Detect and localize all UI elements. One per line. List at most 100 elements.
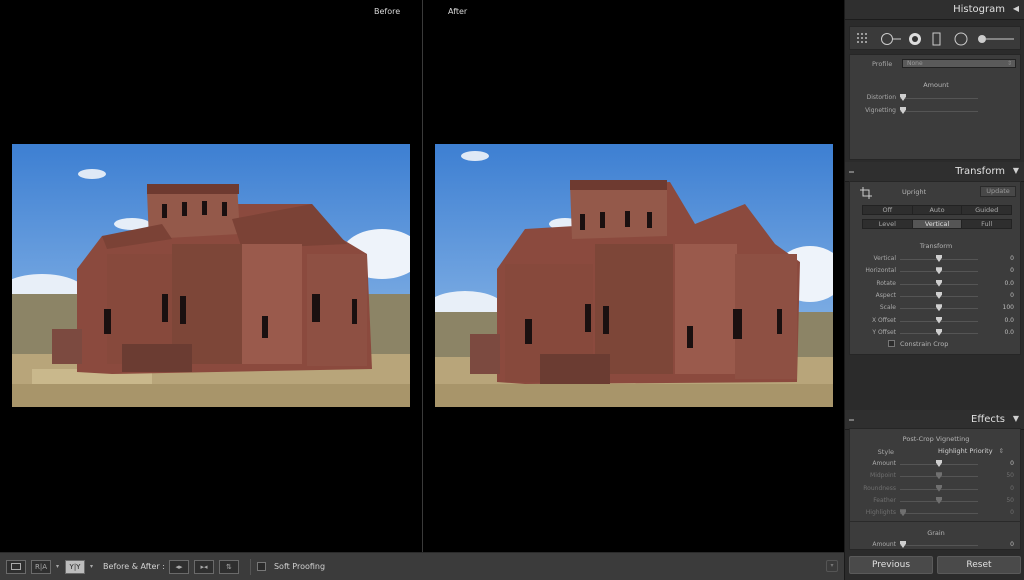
swap-before-after-button[interactable]: ⇅ [218, 559, 239, 574]
upright-auto-button[interactable]: Auto [912, 206, 963, 214]
before-after-split-button[interactable]: Y|Y [65, 559, 86, 574]
slider-track[interactable] [900, 98, 978, 99]
slider-track[interactable] [900, 545, 978, 546]
slider-label: Aspect [875, 291, 896, 299]
style-select[interactable]: Highlight Priority ⇕ [938, 447, 1004, 455]
slider-thumb[interactable] [936, 304, 942, 312]
panel-switch-icon[interactable] [849, 419, 854, 421]
slider-thumb[interactable] [936, 484, 942, 492]
chevron-down-icon[interactable]: ▾ [56, 563, 59, 570]
transform-horizontal-slider[interactable]: Horizontal 0 [850, 266, 1022, 276]
style-value: Highlight Priority [938, 447, 993, 455]
transform-y-offset-slider[interactable]: Y Offset 0.0 [850, 328, 1022, 338]
transform-vertical-slider[interactable]: Vertical 0 [850, 254, 1022, 264]
transform-header[interactable]: Transform ▼ [845, 162, 1024, 182]
slider-value[interactable]: 50 [1006, 472, 1014, 479]
slider-thumb[interactable] [936, 328, 942, 336]
grain-amount-slider[interactable]: Amount 0 [850, 540, 1022, 550]
transform-rotate-slider[interactable]: Rotate 0.0 [850, 279, 1022, 289]
slider-track[interactable] [900, 111, 978, 112]
constrain-crop-checkbox[interactable] [888, 340, 895, 347]
transform-x-offset-slider[interactable]: X Offset 0.0 [850, 316, 1022, 326]
constrain-crop-label: Constrain Crop [900, 340, 949, 348]
slider-value[interactable]: 0.0 [1004, 329, 1014, 336]
slider-value[interactable]: 0 [1010, 485, 1014, 492]
slider-thumb[interactable] [936, 460, 942, 467]
after-photo[interactable] [435, 144, 833, 407]
effects-box: Post-Crop Vignetting Style Highlight Pri… [849, 428, 1022, 550]
amount-heading: Amount [923, 81, 949, 89]
vignette-midpoint-slider[interactable]: Midpoint 50 [850, 471, 1022, 481]
swap-icon: ⇅ [226, 562, 232, 571]
soft-proofing-checkbox[interactable] [256, 562, 266, 571]
upright-guided-button[interactable]: Guided [962, 206, 1012, 214]
slider-value[interactable]: 100 [1003, 304, 1014, 311]
vignette-feather-slider[interactable]: Feather 50 [850, 496, 1022, 506]
slider-thumb[interactable] [936, 279, 942, 287]
toolbar-menu-icon[interactable]: ▾ [826, 560, 838, 572]
upright-off-button[interactable]: Off [863, 206, 913, 214]
slider-thumb[interactable] [900, 509, 906, 517]
slider-track[interactable] [900, 513, 978, 515]
adjustment-brush-icon[interactable] [976, 32, 1016, 46]
slider-value[interactable]: 0.0 [1004, 280, 1014, 287]
slider-label: Distortion [866, 94, 896, 101]
slider-thumb[interactable] [936, 267, 942, 275]
upright-full-button[interactable]: Full [962, 220, 1012, 228]
toolbar-divider [249, 558, 251, 575]
transform-aspect-slider[interactable]: Aspect 0 [850, 291, 1022, 301]
copy-before-to-after-button[interactable]: ◂▸ [168, 559, 189, 574]
copy-after-to-before-button[interactable]: ▸◂ [193, 559, 214, 574]
slider-thumb[interactable] [936, 316, 942, 324]
slider-thumb[interactable] [936, 496, 942, 504]
graduated-filter-icon[interactable] [930, 32, 944, 46]
profile-select[interactable]: None ⇕ [902, 59, 1016, 68]
slider-value[interactable]: 0 [1010, 255, 1014, 262]
upright-level-button[interactable]: Level [863, 220, 913, 228]
vignette-highlights-slider[interactable]: Highlights 0 [850, 508, 1022, 518]
effects-header[interactable]: Effects ▼ [845, 410, 1024, 430]
upright-vertical-button[interactable]: Vertical [912, 220, 963, 228]
slider-value[interactable]: 50 [1006, 497, 1014, 504]
profile-value: None [907, 60, 923, 67]
transform-scale-slider[interactable]: Scale 100 [850, 303, 1022, 313]
red-eye-icon[interactable] [908, 32, 922, 46]
previous-button[interactable]: Previous [849, 556, 933, 574]
transform-box: Upright Update Off Auto Guided Level Vertic… [849, 181, 1021, 355]
grain-amount-value[interactable]: 0 [1010, 541, 1014, 548]
before-after-left-right-button[interactable]: R|A [31, 559, 51, 574]
post-crop-vignetting-heading: Post-Crop Vignetting [902, 435, 970, 443]
slider-thumb[interactable] [900, 107, 906, 114]
before-photo[interactable] [12, 144, 410, 407]
vignette-roundness-slider[interactable]: Roundness 0 [850, 484, 1022, 494]
slider-value[interactable]: 0.0 [1004, 317, 1014, 324]
spot-removal-icon[interactable] [880, 32, 902, 46]
loupe-view-button[interactable] [6, 559, 26, 574]
chevron-down-icon: ⇕ [1006, 60, 1012, 67]
chevron-updown-icon: ⇕ [998, 447, 1005, 455]
radial-filter-icon[interactable] [954, 32, 968, 46]
slider-value[interactable]: 0 [1010, 460, 1014, 467]
reset-button[interactable]: Reset [937, 556, 1021, 574]
slider-thumb[interactable] [936, 472, 942, 480]
slider-thumb[interactable] [936, 291, 942, 299]
slider-thumb[interactable] [936, 255, 942, 262]
histogram-header[interactable]: Histogram ◀ [845, 0, 1024, 20]
vignette-amount-slider[interactable]: Amount 0 [850, 459, 1022, 469]
slider-thumb[interactable] [900, 94, 906, 101]
upright-guided-tool-icon[interactable] [860, 187, 872, 199]
loupe-view-icon [11, 563, 21, 570]
profile-label: Profile [872, 60, 893, 68]
lens-distortion-slider[interactable]: Distortion [850, 93, 1022, 103]
lens-vignetting-slider[interactable]: Vignetting [850, 106, 1022, 116]
panel-switch-icon[interactable] [849, 171, 854, 173]
panel-footer: Previous Reset [845, 552, 1024, 580]
slider-value[interactable]: 0 [1010, 267, 1014, 274]
slider-value[interactable]: 0 [1010, 292, 1014, 299]
slider-value[interactable]: 0 [1010, 509, 1014, 516]
crop-overlay-icon[interactable] [856, 32, 870, 46]
slider-thumb[interactable] [900, 541, 906, 548]
chevron-down-icon[interactable]: ▾ [90, 563, 93, 570]
update-button[interactable]: Update [980, 186, 1016, 197]
collapse-left-icon: ◀ [1012, 4, 1019, 13]
